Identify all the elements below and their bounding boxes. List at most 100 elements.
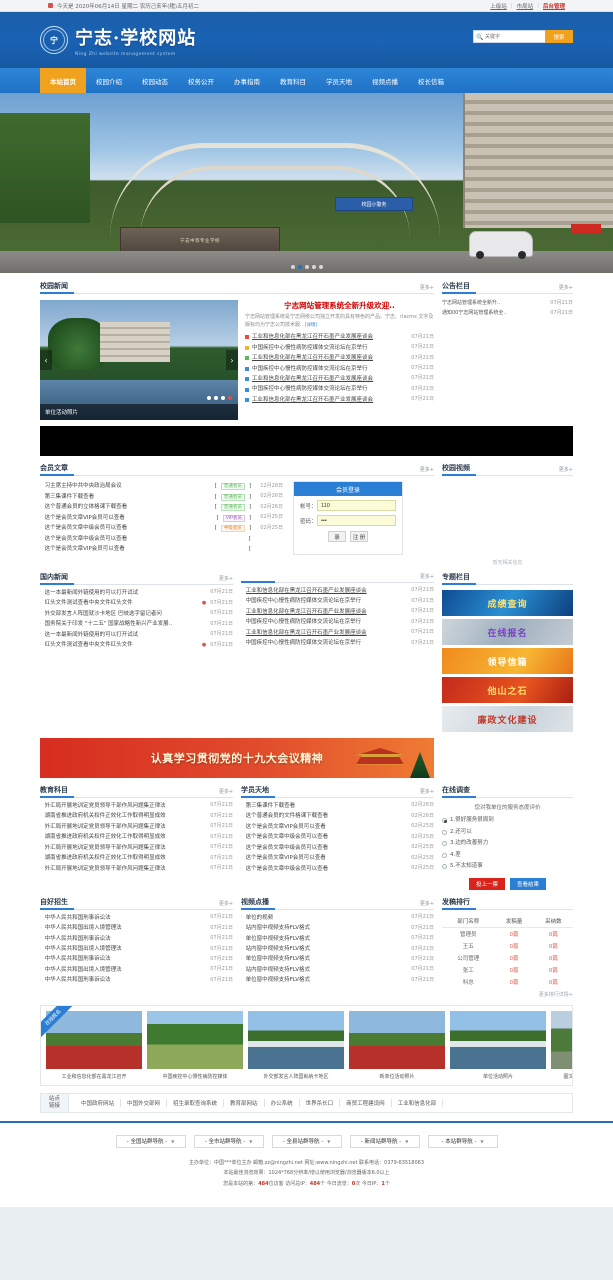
- edu-link[interactable]: 湖南省推进政府机关权件正效化工作取得明显成效: [45, 853, 207, 863]
- site-link[interactable]: 办公系统: [265, 1099, 300, 1107]
- article-link[interactable]: 这个是会员文章VIP会员可以查看: [45, 513, 217, 523]
- radio-icon[interactable]: [442, 818, 447, 823]
- logo-block[interactable]: 宁 宁志·学校网站 Ning Zhi website management sy…: [40, 24, 196, 57]
- banner-leader-mailbox[interactable]: 领导信箱: [442, 648, 573, 674]
- gallery-thumb[interactable]: [450, 1011, 546, 1069]
- news-link[interactable]: 这一本最新闻外链使用的可以打开试试: [45, 588, 207, 598]
- banner-online-registration[interactable]: 在线报名: [442, 619, 573, 645]
- survey-vote-button[interactable]: 投上一票: [469, 878, 505, 890]
- announcements-more[interactable]: 更多+: [559, 284, 573, 291]
- nav-item-guide[interactable]: 办事指南: [224, 68, 270, 93]
- slider-dots[interactable]: [207, 396, 232, 400]
- gallery-thumb[interactable]: [147, 1011, 243, 1069]
- article-link[interactable]: 这个是会员文章中级会员可以查看: [45, 534, 249, 544]
- list-item[interactable]: ·国务院关于印发 "十二五" 国家战略性新兴产业发展..07月21日: [40, 619, 233, 629]
- hero-dot[interactable]: [305, 265, 309, 269]
- nav-item-mailbox[interactable]: 校长信箱: [408, 68, 454, 93]
- list-item[interactable]: ·红头文件测试查看中央文件红头文件●07月21日: [40, 598, 233, 608]
- news-link[interactable]: 中国疾控中心慢性病防控媒体交流论坛在京举行: [252, 384, 407, 394]
- list-item[interactable]: 中国疾控中心慢性病防控媒体交流论坛在京举行07月21日: [245, 384, 434, 394]
- gallery-thumb[interactable]: [248, 1011, 344, 1069]
- gallery-item[interactable]: 中国疾控中心慢性病防控媒体: [147, 1011, 243, 1080]
- news-link[interactable]: 中国疾控中心慢性病防控媒体交流论坛在京举行: [246, 596, 408, 606]
- list-item[interactable]: 工业和信息化部在黑龙江召开石墨产业发展座谈会07月21日: [245, 374, 434, 384]
- list-item[interactable]: ·外汇局开展地训定党员领导干部作风问题集正律法07月21日: [40, 801, 233, 811]
- admissions-more[interactable]: 更多+: [219, 900, 233, 907]
- list-item[interactable]: ·站内窗中视频支持FLV格式07月21日: [241, 965, 434, 975]
- list-item[interactable]: ·中华人民共和国刑事诉讼法07月21日: [40, 975, 233, 985]
- list-item[interactable]: ·中华人民共和国出境入境管理法07月21日: [40, 944, 233, 954]
- list-item[interactable]: ·这个是会员文章中级会员可以查看[: [40, 534, 283, 544]
- edu-link[interactable]: 外汇局开展地训定党员领导干部作风问题集正律法: [45, 822, 207, 832]
- student-link[interactable]: 这个是会员文章中级会员可以查看: [246, 864, 408, 874]
- list-item[interactable]: ·这个是会员文章VIP会员可以查看02月25日: [241, 853, 434, 863]
- slider-next-icon[interactable]: ›: [226, 350, 238, 370]
- list-item[interactable]: ·习主席主持中共中央政治局会议[普通会员]12月28日: [40, 481, 283, 492]
- admission-link[interactable]: 中华人民共和国出境入境管理法: [45, 965, 207, 975]
- list-item[interactable]: ·湖南省推进政府机关权件正效化工作取得明显成效07月21日: [40, 811, 233, 821]
- video-link[interactable]: 单位窗中视频支持FLV格式: [246, 954, 408, 964]
- nav-item-intro[interactable]: 校园介绍: [86, 68, 132, 93]
- news-link[interactable]: 红头文件测试查看中央文件红头文件: [45, 598, 202, 608]
- lead-story-more[interactable]: [详情]: [305, 323, 318, 328]
- news-link[interactable]: 工业和信息化部在黑龙江召开石墨产业发展座谈会: [246, 607, 408, 617]
- student-link[interactable]: 第三集课件下载查看: [246, 801, 408, 811]
- list-item[interactable]: ·外汇局开展地训定党员领导干部作风问题集正律法07月21日: [40, 822, 233, 832]
- article-link[interactable]: 这个普通会员的立体格课下载查看: [45, 502, 215, 512]
- gallery-item[interactable]: 图文举: [551, 1011, 573, 1080]
- nav-item-student[interactable]: 学员天地: [316, 68, 362, 93]
- ranking-more[interactable]: 更多排行详情+: [442, 991, 573, 998]
- edu-link[interactable]: 外汇局开展地训定党员领导干部作风问题集正律法: [45, 801, 207, 811]
- hero-dots[interactable]: [291, 265, 323, 269]
- news-link[interactable]: 工业和信息化部在黑龙江召开石墨产业发展座谈会: [252, 332, 407, 342]
- list-item[interactable]: ·单位窗中视频支持FLV格式07月21日: [241, 934, 434, 944]
- nav-item-video[interactable]: 视频点播: [362, 68, 408, 93]
- announcement-link[interactable]: 宁志网站管理系统全新升..: [442, 298, 547, 308]
- student-link[interactable]: 这个是会员文章中级会员可以查看: [246, 843, 408, 853]
- slider-prev-icon[interactable]: ‹: [40, 350, 52, 370]
- ad-banner[interactable]: [40, 426, 573, 456]
- link-admin[interactable]: 后台管理: [543, 2, 565, 10]
- campus-news-more[interactable]: 更多+: [420, 284, 434, 291]
- site-link[interactable]: 招生录取查询系统: [167, 1099, 224, 1107]
- news-link[interactable]: 工业和信息化部在黑龙江召开石墨产业发展座谈会: [252, 374, 407, 384]
- list-item[interactable]: ·中华人民共和国出境入境管理法07月21日: [40, 965, 233, 975]
- login-pass-input[interactable]: [317, 515, 396, 526]
- gallery-item[interactable]: 新单位活动照片: [349, 1011, 445, 1080]
- student-link[interactable]: 这个普通会员的文件格课下载查看: [246, 811, 408, 821]
- news-link[interactable]: 中国疾控中心慢性病防控媒体交流论坛在京举行: [252, 343, 407, 353]
- student-link[interactable]: 这个是会员文章中级会员可以查看: [246, 832, 408, 842]
- hero-banner[interactable]: 校园小警务 宁志中等专业学校: [0, 93, 613, 273]
- education-more[interactable]: 更多+: [219, 788, 233, 795]
- gallery-item[interactable]: 单位活动照片: [450, 1011, 546, 1080]
- search-button[interactable]: 搜索: [545, 30, 573, 43]
- list-item[interactable]: 工业和信息化部在黑龙江召开石墨产业发展座谈会07月21日: [245, 395, 434, 405]
- select-county-sites[interactable]: - 全县站群导航 -▼: [272, 1135, 342, 1148]
- video-link[interactable]: 单位窗中视频支持FLV格式: [246, 975, 408, 985]
- list-item[interactable]: ·湖南省推进政府机关权件正效化工作取得明显成效07月21日: [40, 853, 233, 863]
- edu-link[interactable]: 外汇局开展地训定党员领导干部作风问题集正律法: [45, 843, 207, 853]
- nav-item-affairs[interactable]: 校务公开: [178, 68, 224, 93]
- news-link[interactable]: 工业和信息化部在黑龙江召开石墨产业发展座谈会: [246, 586, 408, 596]
- radio-icon[interactable]: [442, 830, 447, 835]
- search-box[interactable]: 🔍 搜索: [473, 30, 573, 43]
- member-articles-more[interactable]: 更多+: [420, 466, 434, 473]
- party-slogan-banner[interactable]: 认真学习贯彻党的十九大会议精神: [40, 738, 434, 778]
- list-item[interactable]: ·外交部发言人阵国就沙卡地区 巴岐选字留记者问07月21日: [40, 609, 233, 619]
- news-link[interactable]: 中国疾控中心慢性病防控媒体交流论坛在京举行: [246, 617, 408, 627]
- list-item[interactable]: ·这个普通会员的文件格课下载查看02月26日: [241, 811, 434, 821]
- list-item[interactable]: ·工业和信息化部在黑龙江召开石墨产业发展座谈会07月21日: [241, 586, 434, 596]
- select-city-sites[interactable]: - 全市站群导航 -▼: [194, 1135, 264, 1148]
- list-item[interactable]: ·这个是会员文章VIP会员可以查看02月25日: [241, 822, 434, 832]
- news-link[interactable]: 中国疾控中心慢性病防控媒体交流论坛在京举行: [246, 638, 408, 648]
- banner-other-stone[interactable]: 他山之石: [442, 677, 573, 703]
- student-link[interactable]: 这个是会员文章VIP会员可以查看: [246, 822, 408, 832]
- news-link[interactable]: 工业和信息化部在黑龙江召开石墨产业发展座谈会: [252, 353, 407, 363]
- survey-option[interactable]: 4.差: [442, 850, 573, 862]
- campus-video-more[interactable]: 更多+: [559, 466, 573, 473]
- list-item[interactable]: ·这一本最新闻外链使用的可以打开试试07月21日: [40, 630, 233, 640]
- list-item[interactable]: 中国疾控中心慢性病防控媒体交流论坛在京举行07月21日: [245, 343, 434, 353]
- radio-icon[interactable]: [442, 841, 447, 846]
- edu-link[interactable]: 湖南省推进政府机关权件正效化工作取得明显成效: [45, 832, 207, 842]
- hero-dot-active[interactable]: [298, 265, 302, 269]
